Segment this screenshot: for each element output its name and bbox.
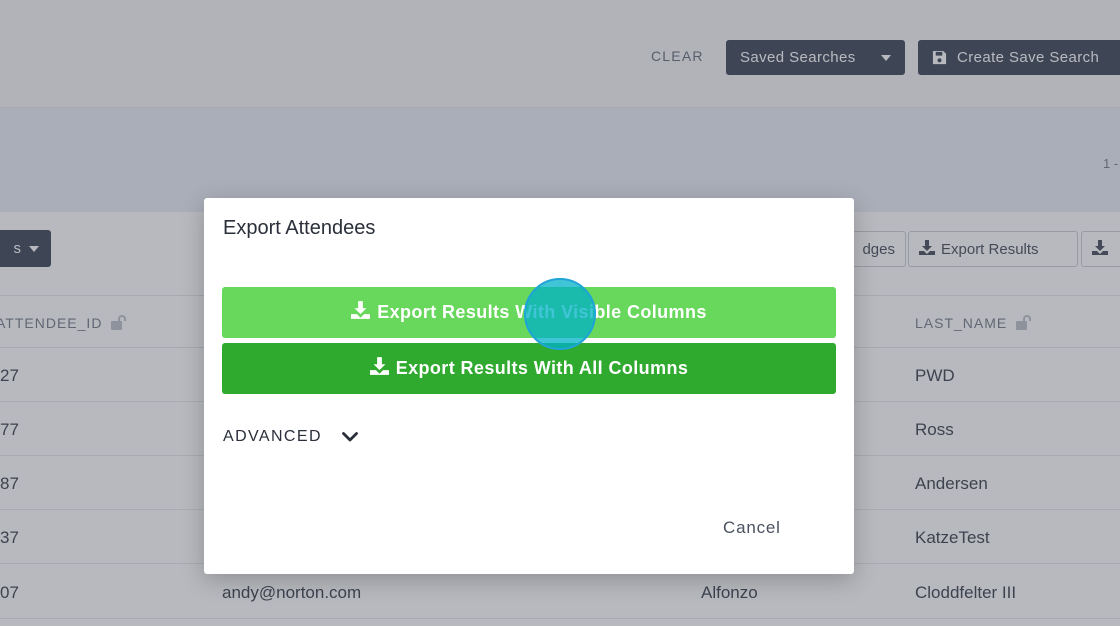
click-indicator: [524, 278, 596, 350]
dialog-title: Export Attendees: [223, 217, 376, 239]
chevron-down-icon: [342, 431, 358, 443]
export-all-columns-button[interactable]: Export Results With All Columns: [222, 343, 836, 394]
download-icon: [369, 357, 389, 380]
download-icon: [351, 301, 371, 324]
advanced-label: ADVANCED: [223, 428, 322, 445]
advanced-toggle[interactable]: ADVANCED: [223, 428, 358, 446]
cancel-button[interactable]: Cancel: [723, 518, 781, 538]
export-attendees-dialog: Export Attendees Export Results With Vis…: [204, 198, 854, 574]
export-all-columns-label: Export Results With All Columns: [395, 358, 689, 378]
